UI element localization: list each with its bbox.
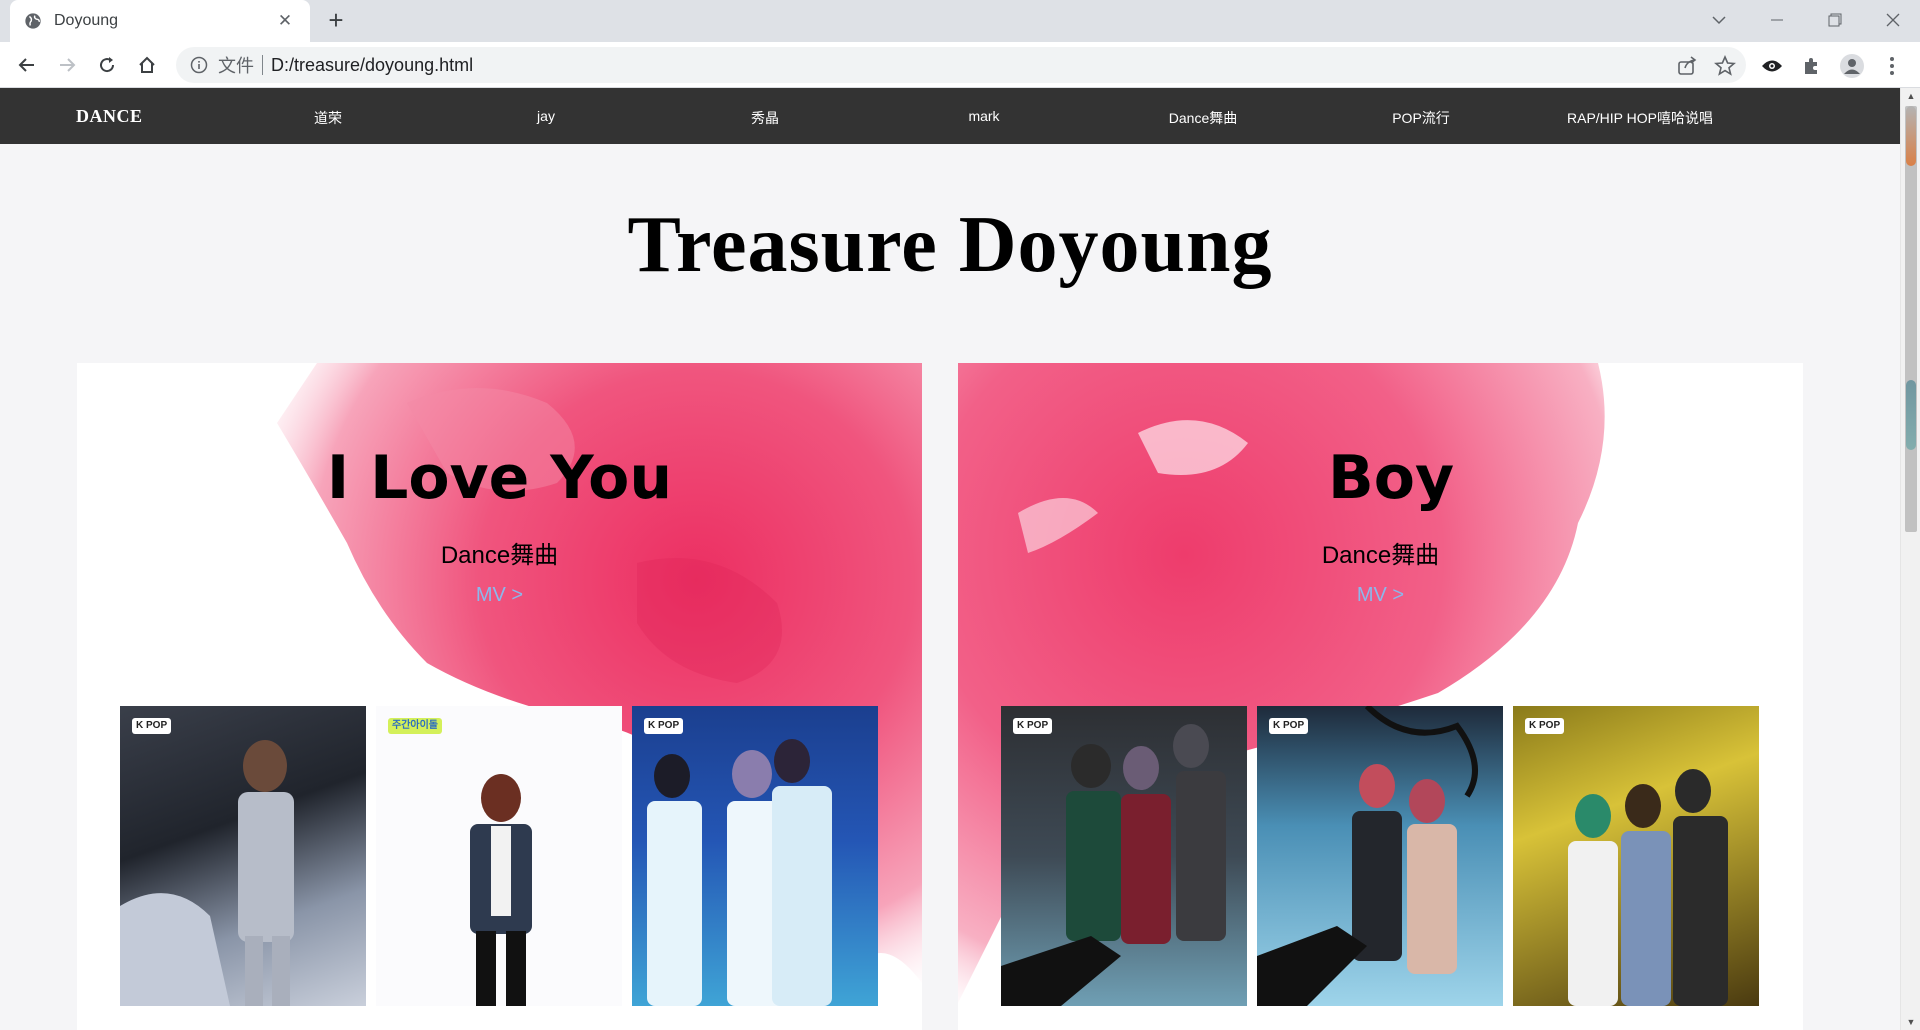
nav-link-mark[interactable]: mark	[968, 108, 999, 124]
mv-link[interactable]: MV >	[77, 584, 922, 607]
song-card-i-love-you: I Love You Dance舞曲 MV > K POP 주간아이돌 K PO…	[77, 363, 922, 1030]
performer-photo	[647, 739, 832, 1006]
page-title: Treasure Doyoung	[627, 201, 1273, 289]
tab-search-icon[interactable]	[1690, 0, 1748, 40]
nav-link-rap-hiphop[interactable]: RAP/HIP HOP嘻哈说唱	[1567, 108, 1713, 128]
url-scheme-label: 文件	[218, 56, 254, 76]
nav-link-dance[interactable]: Dance舞曲	[1169, 108, 1237, 128]
reload-icon	[100, 57, 115, 73]
extensions-puzzle-icon[interactable]	[1800, 54, 1824, 78]
browser-tab-strip: Doyoung ✕ +	[0, 0, 1920, 42]
scrollbar-thumb[interactable]	[1905, 106, 1917, 532]
kpop-badge: K POP	[1013, 718, 1053, 734]
arrow-left-icon	[18, 58, 34, 72]
browser-tab[interactable]: Doyoung ✕	[10, 0, 310, 42]
tab-close-icon[interactable]: ✕	[274, 11, 296, 31]
nav-link-soojung[interactable]: 秀晶	[751, 108, 779, 128]
photo-thumbnail[interactable]: 주간아이돌	[376, 706, 622, 1006]
eye-extension-icon[interactable]	[1760, 54, 1784, 78]
restore-button[interactable]	[1806, 0, 1864, 40]
nav-link-jay[interactable]: jay	[537, 108, 555, 124]
home-icon	[139, 56, 155, 73]
url-text[interactable]: D:/treasure/doyoung.html	[271, 55, 473, 76]
scroll-gauge-overlay	[1906, 106, 1916, 166]
profile-avatar-icon[interactable]	[1840, 54, 1864, 78]
song-genre: Dance舞曲	[1321, 542, 1440, 569]
kpop-badge: K POP	[132, 718, 172, 734]
photo-thumbnail[interactable]: K POP	[1001, 706, 1247, 1006]
performer-photo	[470, 774, 532, 1006]
song-card-boy: Boy Dance舞曲 MV > K POP K POP K POP	[958, 363, 1803, 1030]
bookmark-star-icon[interactable]	[1714, 55, 1736, 77]
home-button[interactable]	[132, 50, 162, 80]
page-scrollbar[interactable]: ▲ ▼	[1900, 88, 1920, 1030]
arrow-right-icon	[60, 58, 76, 72]
back-button[interactable]	[12, 50, 42, 80]
performer-photo	[1257, 706, 1478, 1006]
nav-link-pop[interactable]: POP流行	[1392, 108, 1450, 128]
mv-link[interactable]: MV >	[958, 584, 1803, 607]
scroll-gauge-overlay	[1906, 380, 1916, 450]
performer-photo	[1001, 724, 1226, 1006]
share-icon[interactable]	[1676, 55, 1698, 77]
minimize-button[interactable]	[1748, 0, 1806, 40]
song-title: I Love You	[326, 443, 673, 513]
scroll-down-arrow[interactable]: ▼	[1901, 1014, 1920, 1030]
url-separator	[262, 55, 263, 75]
scroll-up-arrow[interactable]: ▲	[1901, 88, 1920, 104]
kpop-badge: K POP	[1269, 718, 1309, 734]
performer-photo	[1568, 769, 1728, 1006]
song-title: Boy	[1328, 443, 1455, 513]
photo-thumbnail[interactable]: K POP	[1513, 706, 1759, 1006]
address-bar[interactable]: 文件 D:/treasure/doyoung.html	[176, 47, 1746, 83]
tab-title: Doyoung	[54, 12, 119, 29]
performer-photo	[120, 740, 294, 1006]
info-icon[interactable]	[190, 56, 208, 74]
kpop-badge: K POP	[1525, 718, 1565, 734]
photo-thumbnail[interactable]: K POP	[632, 706, 878, 1006]
kpop-badge: K POP	[644, 718, 684, 734]
close-window-button[interactable]	[1864, 0, 1920, 40]
photo-thumbnail[interactable]: K POP	[1257, 706, 1503, 1006]
weekly-idol-badge: 주간아이돌	[388, 718, 442, 734]
more-menu-icon[interactable]	[1880, 54, 1904, 78]
globe-icon	[25, 13, 41, 29]
reload-button[interactable]	[92, 50, 122, 80]
new-tab-button[interactable]: +	[322, 7, 350, 35]
page-viewport: DANCE 道荣 jay 秀晶 mark Dance舞曲 POP流行 RAP/H…	[0, 88, 1900, 1030]
browser-toolbar: 文件 D:/treasure/doyoung.html	[0, 42, 1920, 88]
site-navbar: DANCE 道荣 jay 秀晶 mark Dance舞曲 POP流行 RAP/H…	[0, 88, 1900, 144]
site-brand[interactable]: DANCE	[76, 106, 143, 127]
forward-button[interactable]	[52, 50, 82, 80]
song-genre: Dance舞曲	[440, 542, 559, 569]
nav-link-doyoung[interactable]: 道荣	[314, 108, 342, 128]
photo-thumbnail[interactable]: K POP	[120, 706, 366, 1006]
